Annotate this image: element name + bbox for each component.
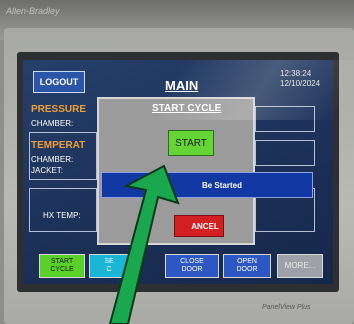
arrow-shape [108, 164, 180, 324]
arrow-annotation-icon [108, 164, 180, 324]
